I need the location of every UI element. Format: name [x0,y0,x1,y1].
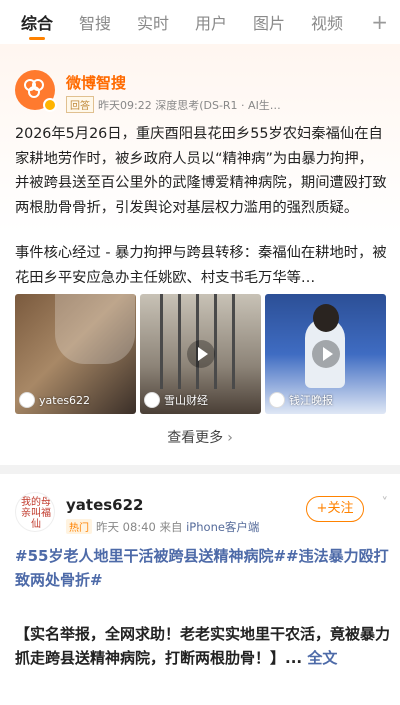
chevron-down-icon[interactable]: ˅ [382,496,389,511]
post-meta: 回答 昨天09:22 深度思考(DS-R1 · AI生… [66,96,281,113]
topic-hashtags[interactable]: #55岁老人地里干活被跨县送精神病院##违法暴力殴打致两处骨折# [15,544,390,592]
account-name[interactable]: yates622 [66,496,143,514]
tab-label: 智搜 [78,14,111,33]
avatar[interactable]: 我的母亲叫福仙 [15,492,55,532]
tab-smart-search[interactable]: 智搜 [75,10,115,34]
full-text-link[interactable]: 全文 [307,649,337,667]
post-body: 【实名举报，全网求助！老老实实地里干农活，竟被暴力抓走跨县送精神病院，打断两根肋… [15,622,390,670]
ai-answer-card[interactable]: 微博智搜 回答 昨天09:22 深度思考(DS-R1 · AI生… 2026年5月… [0,44,400,465]
hot-tag: 热门 [66,519,92,534]
media-source-label: yates622 [39,393,91,407]
tab-comprehensive[interactable]: 综合 [17,10,57,40]
tab-label: 实时 [136,14,169,33]
tab-images[interactable]: 图片 [249,10,289,34]
see-more-label: 查看更多 [167,430,224,446]
media-source-label: 钱江晚报 [289,394,333,407]
follow-button[interactable]: +关注 [306,496,364,522]
post-meta: 热门 昨天 08:40 来自 iPhone客户端 [66,519,259,535]
tab-bar: 综合 智搜 实时 用户 图片 视频 + [0,0,400,44]
video-thumbnail[interactable]: 钱江晚报 [265,294,386,414]
answer-detail: 事件核心经过 - 暴力拘押与跨县转移：秦福仙在耕地时，被花田乡平安应急办主任姚欧… [15,245,387,286]
from-label: 来自 [159,520,183,534]
account-name[interactable]: 微博智搜 [66,72,126,93]
media-source: 钱江晚报 [269,392,333,408]
source-avatar [269,392,285,408]
answer-summary: 2026年5月26日，重庆酉阳县花田乡55岁农妇秦福仙在自家耕地劳作时，被乡政府… [15,126,387,216]
video-thumbnail[interactable]: 雪山财经 [140,294,261,414]
tab-label: 用户 [194,14,227,33]
verified-badge-icon [43,98,57,112]
divider [0,465,400,474]
media-thumbnail[interactable]: yates622 [15,294,136,414]
source-avatar [144,392,160,408]
post-time: 昨天 08:40 [96,520,156,534]
see-more-button[interactable]: 查看更多 › [0,427,400,447]
avatar-text: 我的母亲叫福仙 [21,497,51,530]
post-card[interactable]: 我的母亲叫福仙 yates622 热门 昨天 08:40 来自 iPhone客户端… [0,474,400,705]
post-source[interactable]: iPhone客户端 [186,520,259,534]
source-avatar [19,392,35,408]
chevron-right-icon: › [227,430,233,446]
tab-users[interactable]: 用户 [191,10,231,34]
plus-icon[interactable]: + [371,10,388,34]
media-source: yates622 [19,392,90,408]
tab-videos[interactable]: 视频 [307,10,347,34]
media-source-label: 雪山财经 [164,394,208,407]
tab-label: 综合 [20,14,53,33]
tab-label: 视频 [310,14,343,33]
active-tab-indicator [29,37,45,40]
tab-realtime[interactable]: 实时 [133,10,173,34]
media-source: 雪山财经 [144,392,208,408]
tab-label: 图片 [252,14,285,33]
avatar[interactable] [15,70,57,112]
play-icon[interactable] [186,340,215,368]
play-icon[interactable] [311,340,340,368]
answer-tag: 回答 [66,96,94,113]
post-meta-text: 昨天09:22 深度思考(DS-R1 · AI生… [98,99,281,112]
